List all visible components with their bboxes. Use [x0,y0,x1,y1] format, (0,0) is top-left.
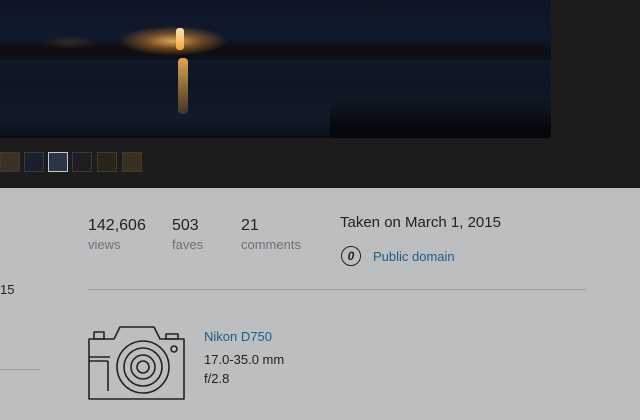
camera-model-link[interactable]: Nikon D750 [204,329,272,344]
photo-rocket-flame [176,28,184,50]
photo-launch-glow [118,26,228,56]
main-photo[interactable] [0,0,551,138]
lens-focal-length: 17.0-35.0 mm [204,352,285,367]
thumbnail[interactable] [24,152,44,172]
faves-stat: 503 faves [172,216,203,254]
views-stat: 142,606 views [88,216,146,254]
photo-water-reflection [178,58,188,114]
comments-count: 21 [241,217,259,234]
comments-label: comments [241,237,301,252]
thumbnail[interactable] [122,152,142,172]
public-domain-icon: 0 [341,246,361,266]
thumbnail[interactable] [97,152,117,172]
date-taken: Taken on March 1, 2015 [340,214,501,231]
faves-count: 503 [172,217,199,234]
thumbnail[interactable] [72,152,92,172]
photo-viewer [0,0,640,188]
thumbnail-selected[interactable] [48,152,68,172]
section-divider [88,289,586,290]
camera-icon [88,326,185,400]
lens-aperture: f/2.8 [204,371,230,386]
left-divider [0,369,40,370]
license-link[interactable]: Public domain [373,249,455,264]
photo-treeline [0,36,551,60]
views-label: views [88,237,121,252]
thumbnail[interactable] [0,152,20,172]
comments-stat: 21 comments [241,216,301,254]
views-count: 142,606 [88,217,146,234]
license-info[interactable]: 0 Public domain [341,246,455,266]
left-partial-text: 15 [0,282,15,297]
faves-label: faves [172,237,204,252]
photo-foreground-reeds [330,96,551,138]
